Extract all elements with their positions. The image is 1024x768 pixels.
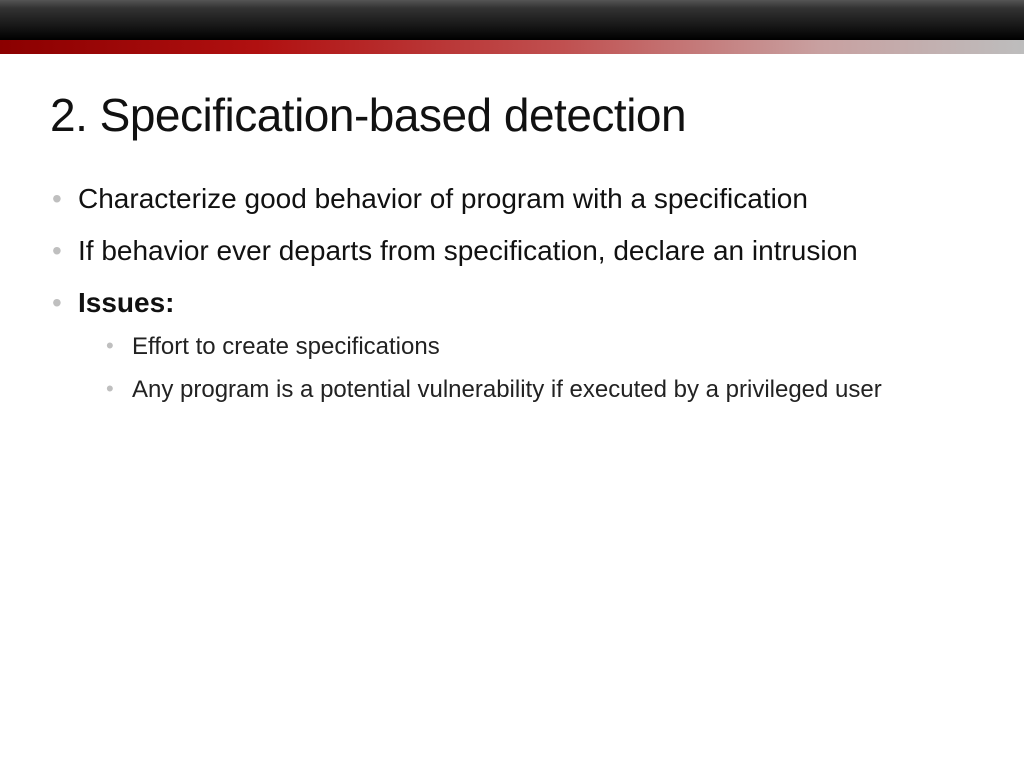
sub-bullet-item: Effort to create specifications (106, 331, 974, 363)
bullet-label: Issues: (78, 287, 175, 318)
slide-title: 2. Specification-based detection (50, 88, 974, 142)
bullet-item: Characterize good behavior of program wi… (50, 180, 974, 218)
sub-bullet-item: Any program is a potential vulnerability… (106, 374, 974, 406)
sub-bullet-list: Effort to create specifications Any prog… (78, 331, 974, 406)
slide-header-red (0, 40, 1024, 54)
bullet-item: If behavior ever departs from specificat… (50, 232, 974, 270)
bullet-list: Characterize good behavior of program wi… (50, 180, 974, 406)
slide-body: 2. Specification-based detection Charact… (0, 54, 1024, 406)
bullet-item: Issues: Effort to create specifications … (50, 284, 974, 407)
slide-header-dark (0, 0, 1024, 40)
